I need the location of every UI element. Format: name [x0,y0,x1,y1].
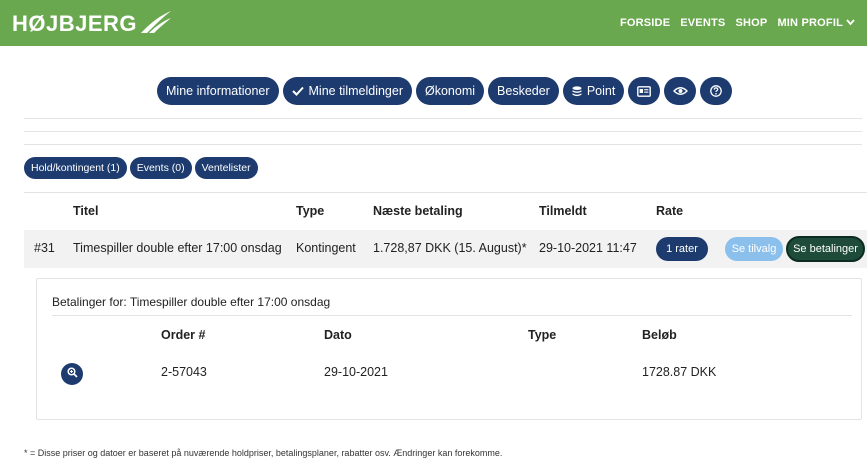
subtab-events[interactable]: Events (0) [129,157,192,179]
rater-button[interactable]: 1 rater [656,237,708,261]
profile-tabs: Mine informationer Mine tilmeldinger Øko… [157,77,733,105]
registration-subtabs: Hold/kontingent (1) Events (0) Ventelist… [24,157,258,179]
nav-min-profil[interactable]: MIN PROFIL [777,17,855,29]
tab-eye[interactable] [664,77,697,105]
se-betalinger-button[interactable]: Se betalinger [786,236,865,262]
logo[interactable]: HØJBJERG [12,10,173,38]
se-tilvalg-button[interactable]: Se tilvalg [725,237,783,261]
row-id: #31 [34,241,55,255]
nav-shop[interactable]: SHOP [735,17,767,29]
header-rate: Rate [656,204,684,218]
coins-icon [572,85,582,97]
id-card-icon [637,85,652,97]
tab-mine-tilmeldinger-label: Mine tilmeldinger [308,84,403,98]
payment-belob: 1728.87 DKK [642,365,717,379]
payments-header-order: Order # [161,328,206,342]
logo-leaf-icon [139,9,173,40]
divider [24,118,862,119]
row-type: Kontingent [296,241,356,255]
row-naeste-betaling: 1.728,87 DKK (15. August)* [373,241,527,255]
payments-panel: Betalinger for: Timespiller double efter… [36,278,862,420]
divider [24,144,862,145]
tab-point-label: Point [586,84,616,98]
help-icon [710,85,723,97]
registrations-table: Titel Type Næste betaling Tilmeldt Rate … [24,192,867,268]
view-payment-button[interactable] [61,363,83,385]
tab-help[interactable] [700,77,733,105]
checkmark-icon [291,86,304,96]
tab-mine-tilmeldinger[interactable]: Mine tilmeldinger [282,77,412,105]
header-naeste-betaling: Næste betaling [373,204,463,218]
zoom-in-icon [66,365,78,383]
divider [52,315,852,316]
payments-header-dato: Dato [324,328,352,342]
tab-id-card[interactable] [628,77,661,105]
payments-header-belob: Beløb [642,328,677,342]
payments-header-type: Type [528,328,557,342]
divider [24,131,862,132]
tab-beskeder[interactable]: Beskeder [488,77,559,105]
header-tilmeldt: Tilmeldt [539,204,587,218]
main-nav: FORSIDE EVENTS SHOP MIN PROFIL [620,0,855,46]
tab-okonomi[interactable]: Økonomi [416,77,485,105]
subtab-ventelister[interactable]: Ventelister [194,157,258,179]
payment-dato: 29-10-2021 [324,365,388,379]
table-header: Titel Type Næste betaling Tilmeldt Rate [24,192,867,228]
nav-min-profil-label: MIN PROFIL [777,17,843,29]
chevron-down-icon [846,17,855,29]
nav-events[interactable]: EVENTS [680,17,725,29]
nav-forside[interactable]: FORSIDE [620,17,670,29]
header-titel: Titel [73,204,99,218]
row-tilmeldt: 29-10-2021 11:47 [539,241,637,255]
payment-order: 2-57043 [161,365,207,379]
eye-icon [672,86,688,96]
header-type: Type [296,204,325,218]
row-titel: Timespiller double efter 17:00 onsdag [73,241,282,255]
subtab-hold-kontingent[interactable]: Hold/kontingent (1) [24,157,127,179]
table-row: #31 Timespiller double efter 17:00 onsda… [24,230,867,268]
tab-mine-informationer[interactable]: Mine informationer [157,77,279,105]
top-bar: HØJBJERG FORSIDE EVENTS SHOP MIN PROFIL [0,0,867,46]
logo-text: HØJBJERG [12,11,138,36]
payments-title: Betalinger for: Timespiller double efter… [52,295,331,309]
price-footnote: * = Disse priser og datoer er baseret på… [24,448,503,458]
tab-point[interactable]: Point [562,77,625,105]
